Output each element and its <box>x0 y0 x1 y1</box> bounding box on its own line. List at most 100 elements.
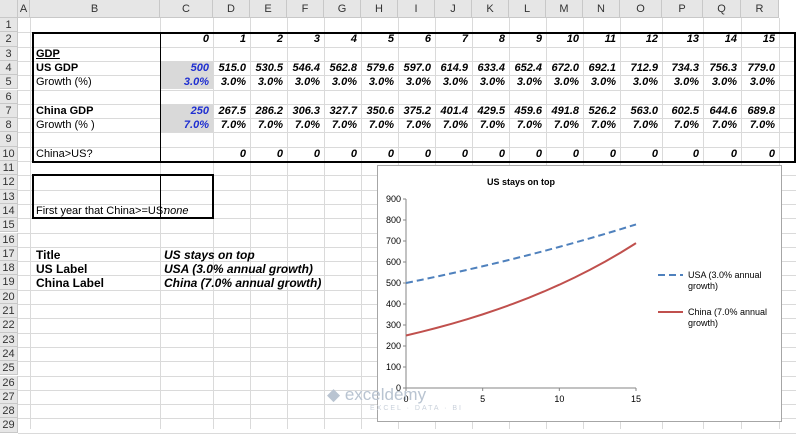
year-header-cell[interactable]: 0 <box>160 32 213 47</box>
china-gt-us-cell[interactable]: 0 <box>213 147 250 162</box>
column-header-b[interactable]: B <box>30 0 160 18</box>
china-gdp-cell[interactable]: 286.2 <box>250 104 287 119</box>
china-growth-cell[interactable]: 7.0% <box>324 118 361 133</box>
us-growth-cell[interactable]: 3.0% <box>250 75 287 90</box>
year-header-cell[interactable]: 5 <box>361 32 398 47</box>
row-header-25[interactable]: 25 <box>0 361 18 376</box>
china-gdp-label[interactable]: China GDP <box>32 104 160 119</box>
row-header-28[interactable]: 28 <box>0 404 18 419</box>
column-header-k[interactable]: K <box>472 0 509 18</box>
us-gdp-cell[interactable]: 633.4 <box>472 61 509 76</box>
china-gt-us-cell[interactable]: 0 <box>741 147 779 162</box>
label-value-cell[interactable]: China (7.0% annual growth) <box>160 276 325 291</box>
us-growth-cell[interactable]: 3.0% <box>703 75 741 90</box>
us-gdp-cell[interactable]: 500 <box>160 61 213 76</box>
us-gdp-cell[interactable]: 712.9 <box>620 61 662 76</box>
row-header-4[interactable]: 4 <box>0 60 18 76</box>
us-gdp-cell[interactable]: 597.0 <box>398 61 435 76</box>
year-header-cell[interactable]: 4 <box>324 32 361 47</box>
china-gt-us-cell[interactable]: 0 <box>250 147 287 162</box>
china-gdp-cell[interactable]: 250 <box>160 104 213 119</box>
year-header-cell[interactable]: 12 <box>620 32 662 47</box>
china-gt-us-cell[interactable]: 0 <box>583 147 620 162</box>
china-gt-us-cell[interactable]: 0 <box>620 147 662 162</box>
year-header-cell[interactable]: 14 <box>703 32 741 47</box>
china-growth-cell[interactable]: 7.0% <box>160 118 213 133</box>
us-growth-cell[interactable]: 3.0% <box>160 75 213 90</box>
us-growth-cell[interactable]: 3.0% <box>287 75 324 90</box>
year-header-cell[interactable]: 8 <box>472 32 509 47</box>
china-gt-us-cell[interactable]: 0 <box>324 147 361 162</box>
china-growth-cell[interactable]: 7.0% <box>435 118 472 133</box>
china-gt-us-cell[interactable]: 0 <box>472 147 509 162</box>
column-header-o[interactable]: O <box>620 0 662 18</box>
china-growth-cell[interactable]: 7.0% <box>213 118 250 133</box>
china-gdp-cell[interactable]: 327.7 <box>324 104 361 119</box>
row-header-26[interactable]: 26 <box>0 375 18 390</box>
gdp-section-label[interactable]: GDP <box>32 47 64 62</box>
row-header-10[interactable]: 10 <box>0 146 18 161</box>
china-growth-cell[interactable]: 7.0% <box>662 118 703 133</box>
us-growth-cell[interactable]: 3.0% <box>741 75 779 90</box>
us-gdp-cell[interactable]: 546.4 <box>287 61 324 76</box>
china-gdp-cell[interactable]: 267.5 <box>213 104 250 119</box>
china-gt-us-cell[interactable]: 0 <box>435 147 472 162</box>
row-header-27[interactable]: 27 <box>0 389 18 405</box>
us-gdp-cell[interactable]: 692.1 <box>583 61 620 76</box>
year-header-cell[interactable]: 6 <box>398 32 435 47</box>
row-header-22[interactable]: 22 <box>0 318 18 333</box>
china-gt-us-label[interactable]: China>US? <box>32 147 160 162</box>
china-gdp-cell[interactable]: 350.6 <box>361 104 398 119</box>
us-gdp-cell[interactable]: 579.6 <box>361 61 398 76</box>
china-gdp-cell[interactable]: 526.2 <box>583 104 620 119</box>
label-key-cell[interactable]: US Label <box>32 262 91 277</box>
china-growth-cell[interactable]: 7.0% <box>703 118 741 133</box>
china-gt-us-cell[interactable]: 0 <box>509 147 546 162</box>
row-header-16[interactable]: 16 <box>0 232 18 247</box>
us-growth-cell[interactable]: 3.0% <box>546 75 583 90</box>
china-growth-cell[interactable]: 7.0% <box>741 118 779 133</box>
year-header-cell[interactable]: 1 <box>213 32 250 47</box>
year-header-cell[interactable]: 11 <box>583 32 620 47</box>
us-growth-cell[interactable]: 3.0% <box>213 75 250 90</box>
select-all-corner[interactable] <box>0 0 18 18</box>
us-gdp-cell[interactable]: 562.8 <box>324 61 361 76</box>
china-gdp-cell[interactable]: 689.8 <box>741 104 779 119</box>
china-growth-cell[interactable]: 7.0% <box>546 118 583 133</box>
us-gdp-label[interactable]: US GDP <box>32 61 160 76</box>
row-header-14[interactable]: 14 <box>0 203 18 219</box>
china-growth-cell[interactable]: 7.0% <box>620 118 662 133</box>
china-gdp-cell[interactable]: 459.6 <box>509 104 546 119</box>
us-growth-cell[interactable]: 3.0% <box>620 75 662 90</box>
row-header-9[interactable]: 9 <box>0 132 18 147</box>
column-header-c[interactable]: C <box>160 0 213 18</box>
column-header-q[interactable]: Q <box>703 0 741 18</box>
us-growth-cell[interactable]: 3.0% <box>509 75 546 90</box>
label-value-cell[interactable]: US stays on top <box>160 248 259 263</box>
row-header-15[interactable]: 15 <box>0 218 18 233</box>
us-gdp-cell[interactable]: 672.0 <box>546 61 583 76</box>
year-header-cell[interactable]: 9 <box>509 32 546 47</box>
china-gt-us-cell[interactable]: 0 <box>662 147 703 162</box>
row-header-21[interactable]: 21 <box>0 304 18 319</box>
row-header-5[interactable]: 5 <box>0 75 18 90</box>
column-header-l[interactable]: L <box>509 0 546 18</box>
year-header-cell[interactable]: 2 <box>250 32 287 47</box>
china-growth-cell[interactable]: 7.0% <box>398 118 435 133</box>
china-gdp-cell[interactable]: 429.5 <box>472 104 509 119</box>
us-growth-cell[interactable]: 3.0% <box>583 75 620 90</box>
china-gt-us-cell[interactable]: 0 <box>361 147 398 162</box>
row-header-13[interactable]: 13 <box>0 189 18 204</box>
china-gdp-cell[interactable]: 563.0 <box>620 104 662 119</box>
first-year-label[interactable]: First year that China>=US: <box>32 204 166 219</box>
us-growth-cell[interactable]: 3.0% <box>435 75 472 90</box>
china-gt-us-cell[interactable]: 0 <box>703 147 741 162</box>
china-gt-us-cell[interactable]: 0 <box>398 147 435 162</box>
china-gdp-cell[interactable]: 602.5 <box>662 104 703 119</box>
year-header-cell[interactable]: 10 <box>546 32 583 47</box>
first-year-value[interactable]: none <box>160 204 192 219</box>
china-gdp-cell[interactable]: 306.3 <box>287 104 324 119</box>
row-header-8[interactable]: 8 <box>0 118 18 133</box>
china-gdp-cell[interactable]: 375.2 <box>398 104 435 119</box>
us-growth-cell[interactable]: 3.0% <box>361 75 398 90</box>
